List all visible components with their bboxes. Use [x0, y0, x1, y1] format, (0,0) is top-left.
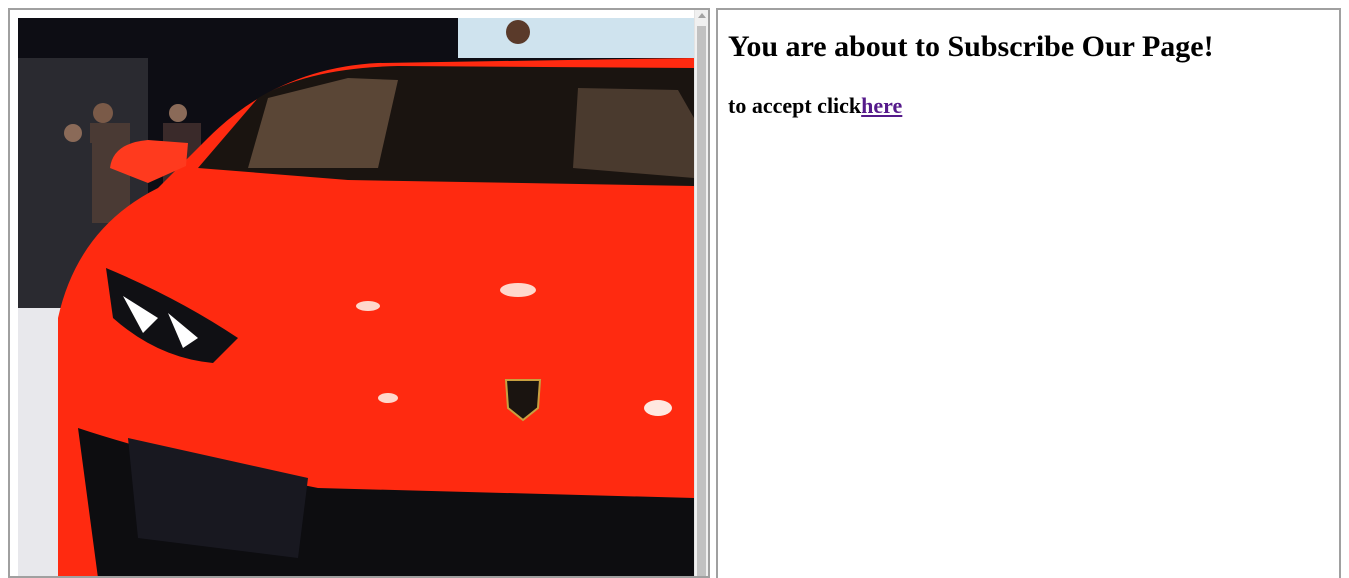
car-photo-icon [18, 18, 694, 576]
left-iframe [8, 8, 710, 578]
subscribe-heading: You are about to Subscribe Our Page! [728, 30, 1214, 63]
vertical-scrollbar[interactable] [694, 10, 708, 576]
right-iframe: You are about to Subscribe Our Page! to … [716, 8, 1341, 578]
scroll-up-arrow-icon[interactable] [698, 13, 706, 18]
accept-prefix-text: to accept click [728, 93, 862, 118]
accept-instruction: to accept clickhere [728, 93, 902, 119]
here-link[interactable]: here [861, 93, 902, 118]
scroll-thumb[interactable] [697, 26, 706, 576]
